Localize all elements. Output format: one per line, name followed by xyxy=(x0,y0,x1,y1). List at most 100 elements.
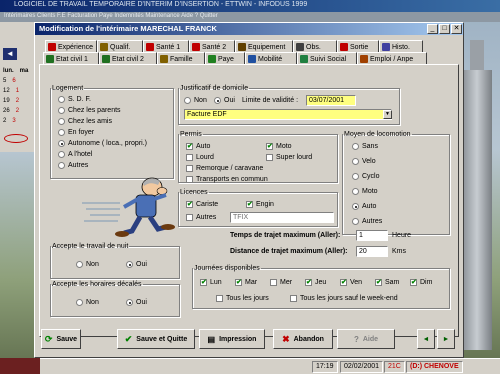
calendar-cell[interactable]: lun. xyxy=(3,66,14,76)
tab-qualif-[interactable]: Qualif. xyxy=(97,40,143,52)
nuit-oui-radio[interactable] xyxy=(126,261,133,268)
permis-item[interactable]: ✔ Auto xyxy=(186,143,210,150)
nuit-non[interactable]: Non xyxy=(76,261,99,268)
permis-checkbox[interactable] xyxy=(186,176,193,183)
licences-item[interactable]: Autres xyxy=(186,214,216,221)
permis-item[interactable]: Lourd xyxy=(186,154,214,161)
logement-radio[interactable] xyxy=(58,96,65,103)
licences-autres-input[interactable]: TFIX xyxy=(230,212,334,223)
calendar-cell[interactable]: 26 xyxy=(3,106,10,116)
journees-checkbox[interactable] xyxy=(270,279,277,286)
calendar-cell[interactable]: 2 xyxy=(3,116,6,126)
moyen-radio[interactable] xyxy=(352,143,359,150)
cancel-button[interactable]: ✖ Abandon xyxy=(273,329,333,349)
calendar-prev-button[interactable]: ◄ xyxy=(3,48,17,60)
prev-record-button[interactable]: ◄ xyxy=(417,329,435,349)
tab-sortie[interactable]: Sortie xyxy=(337,40,379,52)
tab-sant-2[interactable]: Santé 2 xyxy=(189,40,235,52)
close-button[interactable]: ✕ xyxy=(451,24,462,34)
moyen-radio[interactable] xyxy=(352,218,359,225)
logement-option[interactable]: Chez les amis xyxy=(58,118,112,125)
calendar-row[interactable]: 26 2 xyxy=(3,106,35,116)
moyen-option[interactable]: Auto xyxy=(352,203,376,210)
licences-checkbox[interactable]: ✔ xyxy=(186,201,193,208)
app-menu-items[interactable]: Intérimaires Clients F.E Facturation Pay… xyxy=(4,13,218,19)
permis-checkbox[interactable]: ✔ xyxy=(266,143,273,150)
tab-histo-[interactable]: Histo. xyxy=(379,40,423,52)
journees-checkbox[interactable]: ✔ xyxy=(235,279,242,286)
journees-item[interactable]: Mer xyxy=(270,279,292,286)
tab-paye[interactable]: Paye xyxy=(205,52,245,64)
logement-radio[interactable] xyxy=(58,140,65,147)
tous-sauf-weekend-checkbox[interactable] xyxy=(290,295,297,302)
tous-sauf-weekend[interactable]: Tous les jours sauf le week-end xyxy=(290,295,398,302)
horaires-non[interactable]: Non xyxy=(76,299,99,306)
tab-exp-rience[interactable]: Expérience xyxy=(45,40,97,52)
logement-radio[interactable] xyxy=(58,151,65,158)
save-button[interactable]: ⟳ Sauve xyxy=(41,329,81,349)
permis-item[interactable]: ✔ Moto xyxy=(266,143,292,150)
calendar-row[interactable]: 56 xyxy=(3,76,35,86)
justificatif-non-radio[interactable] xyxy=(184,97,191,104)
journees-item[interactable]: ✔ Lun xyxy=(200,279,222,286)
nuit-non-radio[interactable] xyxy=(76,261,83,268)
calendar-cell[interactable]: 5 xyxy=(3,76,6,86)
permis-item[interactable]: Transports en commun xyxy=(186,176,268,183)
permis-checkbox[interactable] xyxy=(186,154,193,161)
tab-equipement[interactable]: Equipement xyxy=(235,40,293,52)
calendar-row[interactable]: 19 2 xyxy=(3,96,35,106)
minimize-button[interactable]: _ xyxy=(427,24,438,34)
next-record-button[interactable]: ► xyxy=(437,329,455,349)
help-button[interactable]: ? Aide xyxy=(337,329,395,349)
logement-radio[interactable] xyxy=(58,129,65,136)
permis-item[interactable]: Super lourd xyxy=(266,154,312,161)
logement-option[interactable]: Chez les parents xyxy=(58,107,121,114)
nuit-oui[interactable]: Oui xyxy=(126,261,147,268)
licences-item[interactable]: ✔ Engin xyxy=(246,201,274,208)
logement-radio[interactable] xyxy=(58,118,65,125)
logement-radio[interactable] xyxy=(58,162,65,169)
justificatif-oui-radio[interactable] xyxy=(214,97,221,104)
calendar-cell[interactable]: 2 xyxy=(16,96,19,106)
tous-jours-checkbox[interactable] xyxy=(216,295,223,302)
temps-input[interactable]: 1 xyxy=(356,230,388,241)
tab-emploi-anpe[interactable]: Emploi / Anpe xyxy=(357,52,427,64)
tous-jours[interactable]: Tous les jours xyxy=(216,295,269,302)
logement-option[interactable]: S. D. F. xyxy=(58,96,91,103)
calendar-cell[interactable]: 12 xyxy=(3,86,10,96)
licences-item[interactable]: ✔ Cariste xyxy=(186,201,218,208)
calendar-row[interactable]: 23 xyxy=(3,116,35,126)
tab-sant-1[interactable]: Santé 1 xyxy=(143,40,189,52)
journees-checkbox[interactable]: ✔ xyxy=(375,279,382,286)
moyen-option[interactable]: Moto xyxy=(352,188,378,195)
logement-option[interactable]: Autonome ( loca., propri.) xyxy=(58,140,147,147)
tab-obs-[interactable]: Obs. xyxy=(293,40,337,52)
moyen-option[interactable]: Sans xyxy=(352,143,378,150)
horaires-non-radio[interactable] xyxy=(76,299,83,306)
permis-checkbox[interactable] xyxy=(186,165,193,172)
tab-etat-civil-1[interactable]: Etat civil 1 xyxy=(43,52,99,64)
logement-option[interactable]: Autres xyxy=(58,162,88,169)
journees-item[interactable]: ✔ Jeu xyxy=(305,279,326,286)
horaires-oui-radio[interactable] xyxy=(126,299,133,306)
moyen-option[interactable]: Autres xyxy=(352,218,382,225)
journees-checkbox[interactable]: ✔ xyxy=(340,279,347,286)
journees-checkbox[interactable]: ✔ xyxy=(200,279,207,286)
logement-option[interactable]: A l'hotel xyxy=(58,151,92,158)
journees-item[interactable]: ✔ Dim xyxy=(410,279,432,286)
logement-option[interactable]: En foyer xyxy=(58,129,94,136)
calendar-cell[interactable]: 19 xyxy=(3,96,10,106)
justificatif-oui[interactable]: Oui xyxy=(214,97,235,104)
calendar-cell[interactable]: ma xyxy=(20,66,29,76)
calendar-cell[interactable]: 3 xyxy=(12,116,15,126)
maximize-button[interactable]: □ xyxy=(439,24,450,34)
moyen-option[interactable]: Velo xyxy=(352,158,376,165)
permis-checkbox[interactable]: ✔ xyxy=(186,143,193,150)
moyen-radio[interactable] xyxy=(352,188,359,195)
tab-mobilit-[interactable]: Mobilité xyxy=(245,52,297,64)
calendar-cell[interactable]: 2 xyxy=(16,106,19,116)
journees-item[interactable]: ✔ Ven xyxy=(340,279,362,286)
app-menu-bar[interactable]: Intérimaires Clients F.E Facturation Pay… xyxy=(0,12,500,22)
journees-checkbox[interactable]: ✔ xyxy=(305,279,312,286)
save-quit-button[interactable]: ✔ Sauve et Quitte xyxy=(117,329,195,349)
